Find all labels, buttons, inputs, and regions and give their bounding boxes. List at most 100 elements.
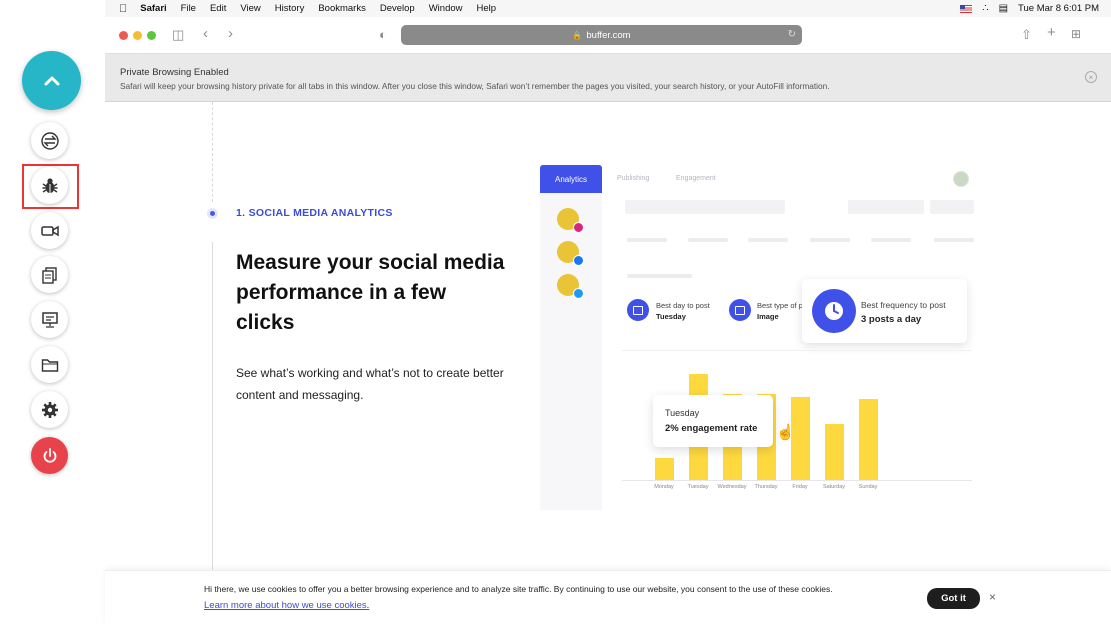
timeline-line-solid: [212, 242, 213, 572]
lock-icon: 🔒: [572, 30, 583, 40]
files-button[interactable]: [31, 346, 68, 383]
best-day-value: Tuesday: [656, 312, 686, 321]
forward-icon[interactable]: ›: [228, 25, 233, 42]
best-day-stat: Best day to post Tuesday: [656, 300, 710, 322]
menu-view[interactable]: View: [240, 3, 260, 14]
got-it-button[interactable]: Got it: [927, 588, 980, 609]
remote-toolbar: [0, 0, 105, 625]
macos-menubar:  Safari File Edit View History Bookmark…: [105, 0, 1111, 17]
facebook-profile-avatar: [557, 241, 584, 266]
page-headline: Measure your social media performance in…: [236, 251, 505, 334]
menu-bookmarks[interactable]: Bookmarks: [318, 3, 366, 14]
best-day-label: Best day to post: [656, 301, 710, 310]
tab-overview-icon[interactable]: ⊞: [1071, 27, 1081, 41]
private-browsing-title: Private Browsing Enabled: [120, 67, 229, 78]
screen-button[interactable]: [31, 301, 68, 338]
debug-button[interactable]: [31, 167, 68, 204]
cookie-text: Hi there, we use cookies to offer you a …: [204, 584, 833, 594]
new-tab-icon[interactable]: +: [1047, 24, 1056, 41]
reload-icon[interactable]: ↻: [788, 29, 796, 40]
tooltip-day: Tuesday: [665, 408, 700, 418]
frequency-value: 3 posts a day: [861, 314, 922, 325]
menu-history[interactable]: History: [275, 3, 305, 14]
menu-safari[interactable]: Safari: [140, 3, 166, 14]
share-icon[interactable]: ⇧: [1021, 27, 1032, 43]
timeline-bullet: [207, 208, 218, 219]
safari-toolbar: ◫ ‹ › ◐ 🔒 buffer.com ↻ ⇧ + ⊞: [105, 17, 1111, 54]
wifi-icon[interactable]: ∴: [982, 3, 988, 14]
menu-edit[interactable]: Edit: [210, 3, 226, 14]
safari-window: ◫ ‹ › ◐ 🔒 buffer.com ↻ ⇧ + ⊞ Private Bro…: [105, 17, 1111, 625]
section-label: 1. SOCIAL MEDIA ANALYTICS: [236, 207, 393, 219]
clock-icon: [812, 289, 856, 333]
twitter-profile-avatar: [557, 274, 584, 299]
placeholder-box: [848, 200, 924, 214]
zoom-window-button[interactable]: [147, 31, 156, 40]
mock-tab-engagement: Engagement: [676, 175, 716, 182]
private-browsing-text: Safari will keep your browsing history p…: [120, 81, 830, 91]
placeholder-line: [688, 238, 728, 242]
power-icon: [43, 447, 56, 463]
image-type-icon: [729, 299, 751, 321]
engagement-tooltip: Tuesday 2% engagement rate: [653, 395, 773, 447]
back-icon[interactable]: ‹: [203, 25, 208, 42]
swap-circle-icon: [40, 131, 59, 150]
placeholder-line: [748, 238, 788, 242]
chart-bar-saturday: [825, 424, 844, 480]
switch-session-button[interactable]: [31, 122, 68, 159]
settings-button[interactable]: [31, 391, 68, 428]
mock-tabs: Analytics Publishing Engagement: [540, 165, 975, 193]
control-center-icon[interactable]: ▤: [999, 3, 1008, 14]
chart-bar-sunday: [859, 399, 878, 480]
menu-develop[interactable]: Develop: [380, 3, 415, 14]
menu-file[interactable]: File: [181, 3, 196, 14]
close-window-button[interactable]: [119, 31, 128, 40]
close-banner-button[interactable]: ×: [1085, 71, 1097, 83]
private-browsing-banner: Private Browsing Enabled Safari will kee…: [105, 54, 1111, 102]
twitter-icon: [573, 288, 584, 299]
facebook-icon: [573, 255, 584, 266]
gear-icon: [41, 401, 58, 418]
placeholder-line: [627, 274, 692, 278]
placeholder-box: [930, 200, 974, 214]
menu-help[interactable]: Help: [477, 3, 497, 14]
chart-gridline: [622, 350, 972, 351]
placeholder-line: [934, 238, 974, 242]
placeholder-line: [810, 238, 850, 242]
placeholder-box: [625, 200, 785, 214]
avatar: [953, 171, 969, 187]
apple-icon[interactable]: : [119, 3, 127, 15]
copy-button[interactable]: [31, 256, 68, 293]
sidebar-icon[interactable]: ◫: [172, 27, 184, 43]
monitor-icon: [41, 311, 58, 328]
chart-axis: [622, 480, 972, 481]
timeline-line: [212, 102, 213, 202]
minimize-window-button[interactable]: [133, 31, 142, 40]
power-button[interactable]: [31, 437, 68, 474]
frequency-label: Best frequency to post: [861, 300, 946, 310]
cookie-policy-link[interactable]: Learn more about how we use cookies: [204, 600, 367, 611]
cookie-policy-row: Learn more about how we use cookies.: [204, 600, 369, 611]
analytics-illustration: Analytics Publishing Engagement Best day…: [540, 165, 975, 510]
best-type-label: Best type of po: [757, 301, 808, 310]
video-button[interactable]: [31, 212, 68, 249]
chart-day-label: Sunday: [858, 484, 878, 490]
best-type-stat: Best type of po Image: [757, 300, 807, 322]
privacy-shield-icon[interactable]: ◐: [379, 27, 387, 42]
menubar-datetime[interactable]: Tue Mar 8 6:01 PM: [1018, 3, 1099, 14]
tooltip-value: 2% engagement rate: [665, 423, 758, 434]
url-text: buffer.com: [586, 29, 631, 41]
address-bar[interactable]: 🔒 buffer.com ↻: [401, 25, 802, 45]
collapse-button[interactable]: [22, 51, 81, 110]
mock-tab-analytics: Analytics: [540, 165, 602, 193]
calendar-icon: [627, 299, 649, 321]
close-cookie-icon[interactable]: ×: [989, 590, 996, 604]
page-content: 1. SOCIAL MEDIA ANALYTICS Measure your s…: [105, 102, 1111, 625]
menu-window[interactable]: Window: [429, 3, 463, 14]
best-frequency-card: Best frequency to post 3 posts a day: [802, 279, 967, 343]
copy-pages-icon: [41, 266, 57, 284]
video-camera-icon: [40, 225, 59, 236]
cookie-banner: Hi there, we use cookies to offer you a …: [105, 570, 1111, 625]
hand-cursor-icon: ☝: [776, 424, 795, 441]
us-flag-icon[interactable]: [960, 4, 973, 13]
